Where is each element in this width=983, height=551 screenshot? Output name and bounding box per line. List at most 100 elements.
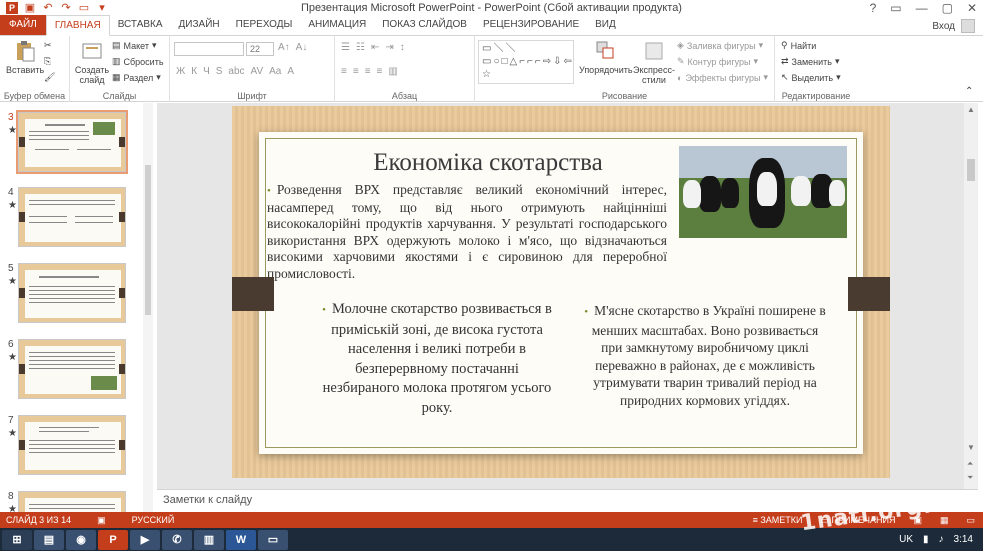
align-center-icon[interactable]: ≡ [353,66,359,77]
thumbnail-slide-7[interactable]: 7 ★ [0,415,140,479]
scroll-up-icon[interactable]: ▲ [967,105,975,114]
tab-review[interactable]: РЕЦЕНЗИРОВАНИЕ [475,15,587,35]
signin-label[interactable]: Вход [932,21,955,32]
current-slide[interactable]: Економіка скотарства • Розведення ВРХ пре… [232,106,890,478]
indent-more-icon[interactable]: ⇥ [385,42,393,53]
minimize-button[interactable]: — [916,0,928,16]
volume-icon[interactable]: ♪ [939,534,944,545]
shape-effects-button[interactable]: ◐ Эффекты фигуры ▾ [677,72,768,83]
arrange-button[interactable]: Упорядочить [579,40,633,75]
thumbnail-preview[interactable] [18,415,126,475]
select-button[interactable]: ↖ Выделить ▾ [781,72,841,83]
font-size-input[interactable]: 22 [246,42,274,56]
spacing-icon[interactable]: AV [251,66,264,77]
meat-column[interactable]: • М'ясне скотарство в Україні поширене в … [581,302,829,409]
columns-icon[interactable]: ▥ [388,66,397,77]
font-color-icon[interactable]: A [287,66,294,77]
redo-icon[interactable]: ↷ [60,2,72,14]
slide-title[interactable]: Економіка скотарства [349,149,627,177]
grow-font-icon[interactable]: A↑ [278,42,290,53]
strike-icon[interactable]: S [216,66,223,77]
thumbnail-slide-8[interactable]: 8 ★ [0,491,140,512]
format-painter-icon[interactable]: 🖌 [44,72,55,83]
next-slide-icon[interactable]: ⏷ [967,473,973,483]
case-icon[interactable]: Aa [269,66,281,77]
main-bullet-text[interactable]: • Розведення ВРХ представляє великий екон… [267,182,667,282]
prev-slide-icon[interactable]: ⏶ [967,459,973,469]
align-left-icon[interactable]: ≡ [341,66,347,77]
editor-scroll-thumb[interactable] [967,159,975,181]
tab-slideshow[interactable]: ПОКАЗ СЛАЙДОВ [374,15,475,35]
clock[interactable]: 3:14 [954,534,973,545]
justify-icon[interactable]: ≡ [377,66,383,77]
find-button[interactable]: ⚲ Найти [781,40,816,51]
explorer-icon[interactable]: ▤ [34,529,64,550]
thumbnail-preview[interactable] [18,187,126,247]
maximize-button[interactable]: ▢ [942,0,953,16]
tab-design[interactable]: ДИЗАЙН [171,15,228,35]
shape-fill-button[interactable]: ◈ Заливка фигуры ▾ [677,40,763,51]
customize-qat-icon[interactable]: ▾ [96,2,108,14]
shrink-font-icon[interactable]: A↓ [296,42,308,53]
notes-toggle-button[interactable]: ≡ ЗАМЕТКИ [753,515,803,525]
thumbnail-preview[interactable] [18,339,126,399]
thumbnail-slide-5[interactable]: 5 ★ [0,263,140,327]
language-indicator[interactable]: РУССКИЙ [132,515,175,525]
tab-animations[interactable]: АНИМАЦИЯ [300,15,374,35]
underline-icon[interactable]: Ч [203,66,210,77]
quick-styles-button[interactable]: Экспресс-стили [631,40,677,85]
thumbnails-scroll-thumb[interactable] [145,165,151,315]
thumbnail-slide-6[interactable]: 6 ★ [0,339,140,403]
spellcheck-icon[interactable]: ▣ [97,515,106,526]
scroll-down-icon[interactable]: ▼ [967,443,975,452]
paste-button[interactable]: Вставить [6,40,44,75]
layout-button[interactable]: ▤ Макет ▾ [112,40,157,51]
signin[interactable]: Вход [932,16,975,36]
shapes-gallery[interactable]: ▭＼＼▭○□△⌐⌐⌐⇨⇩⇦∿{}☆ [478,40,574,84]
numbering-icon[interactable]: ☷ [356,42,365,53]
tab-view[interactable]: ВИД [587,15,624,35]
media-icon[interactable]: ▶ [130,529,160,550]
align-right-icon[interactable]: ≡ [365,66,371,77]
section-button[interactable]: ▦ Раздел ▾ [112,72,161,83]
window-icon[interactable]: ▭ [258,529,288,550]
viber-icon[interactable]: ✆ [162,529,192,550]
chrome-icon[interactable]: ◉ [66,529,96,550]
thumbnail-preview[interactable] [16,110,128,174]
keyboard-language[interactable]: UK [899,534,913,545]
thumbnail-slide-3[interactable]: 3 ★ [0,110,140,176]
shape-outline-button[interactable]: ✎ Контур фигуры ▾ [677,56,758,67]
dairy-column[interactable]: • Молочне скотарство розвивається в примі… [317,300,557,418]
avatar[interactable] [961,19,975,33]
tab-file[interactable]: ФАЙЛ [0,15,46,35]
create-slide-button[interactable]: Создать слайд [74,40,110,85]
tab-insert[interactable]: ВСТАВКА [110,15,171,35]
word-icon[interactable]: W [226,529,256,550]
italic-icon[interactable]: К [191,66,197,77]
tab-home[interactable]: ГЛАВНАЯ [45,15,110,36]
reset-button[interactable]: ▥ Сбросить [112,56,164,67]
reading-view-icon[interactable]: ▭ [966,515,975,526]
bold-icon[interactable]: Ж [176,66,185,77]
ribbon-display-button[interactable]: ▭ [890,0,901,16]
tab-transitions[interactable]: ПЕРЕХОДЫ [228,15,301,35]
save-icon[interactable]: ▣ [24,2,36,14]
network-icon[interactable]: ▮ [923,534,929,545]
start-slideshow-icon[interactable]: ▭ [78,2,90,14]
line-spacing-icon[interactable]: ↕ [400,42,405,53]
powerpoint-taskbar-icon[interactable]: P [98,529,128,550]
files-icon[interactable]: ▥ [194,529,224,550]
help-button[interactable]: ? [870,0,877,16]
collapse-ribbon-icon[interactable]: ⌃ [965,86,973,97]
copy-icon[interactable]: ⎘ [44,56,51,67]
replace-button[interactable]: ⇄ Заменить ▾ [781,56,840,67]
thumbnail-preview[interactable] [18,263,126,323]
thumbnail-preview[interactable] [18,491,126,512]
bullets-icon[interactable]: ☰ [341,42,350,53]
cows-photo[interactable] [679,146,847,238]
close-button[interactable]: ✕ [967,0,977,16]
thumbnails-scrollbar[interactable] [143,103,153,512]
font-name-input[interactable] [174,42,244,56]
editor-scrollbar[interactable]: ▲ ▼ ⏶ ⏷ [964,103,978,489]
cut-icon[interactable]: ✂ [44,40,52,51]
